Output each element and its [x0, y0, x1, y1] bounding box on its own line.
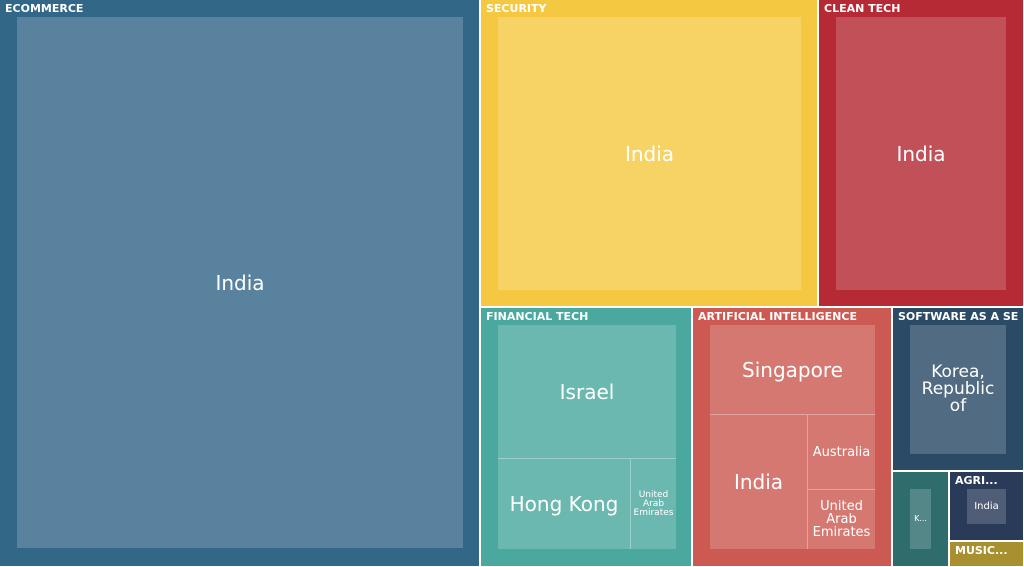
treemap-leaf-label: United Arab Emirates — [633, 489, 674, 518]
treemap-group-agri[interactable]: AGRI... India — [950, 472, 1023, 540]
treemap-leaf[interactable]: United Arab Emirates — [631, 459, 676, 549]
leaf-separator — [630, 459, 631, 549]
treemap-leaf-label: United Arab Emirates — [812, 499, 871, 540]
treemap-leaf-label: India — [624, 141, 675, 166]
treemap-leaf-label: Israel — [559, 379, 615, 404]
treemap-leaf-label: India — [974, 500, 999, 512]
leaf-separator — [808, 489, 875, 490]
treemap-leaf-label: Hong Kong — [509, 492, 619, 516]
treemap-leaf[interactable]: India — [498, 17, 801, 290]
treemap-leaf-label: India — [215, 270, 265, 295]
treemap-group-saas[interactable]: SOFTWARE AS A SE... Korea, Republic of — [893, 308, 1023, 470]
treemap-leaf-label: India — [896, 141, 946, 166]
treemap-leaf[interactable]: India — [710, 415, 807, 549]
treemap-leaf[interactable]: India — [836, 17, 1006, 290]
leaf-separator — [498, 458, 676, 459]
treemap-group-cleantech[interactable]: CLEAN TECH India — [819, 0, 1023, 306]
treemap-leaf-label: India — [733, 470, 784, 494]
treemap-group-fintech[interactable]: FINANCIAL TECH Israel Hong Kong United Arab… — [481, 308, 691, 566]
treemap-leaf[interactable]: K... — [910, 489, 931, 549]
treemap-group-music[interactable]: MUSIC... — [950, 542, 1023, 566]
treemap-leaf-label: Australia — [812, 444, 871, 460]
treemap-group-title: AGRI... — [955, 474, 998, 487]
treemap-group-ecommerce[interactable]: ECOMMERCE India — [0, 0, 479, 566]
leaf-separator — [807, 415, 808, 549]
treemap-leaf-label: K... — [914, 514, 927, 523]
treemap-leaf[interactable]: Singapore — [710, 325, 875, 414]
treemap-leaf-label: Korea, Republic of — [921, 362, 995, 416]
treemap-group-title: CLEAN TECH — [824, 2, 901, 15]
treemap-group-teal-small[interactable]: K... — [893, 472, 948, 566]
treemap-leaf[interactable]: United Arab Emirates — [808, 490, 875, 549]
treemap-group-title: SECURITY — [486, 2, 547, 15]
treemap-leaf[interactable]: Australia — [808, 415, 875, 489]
treemap-group-title: ECOMMERCE — [5, 2, 84, 15]
treemap-leaf[interactable]: Hong Kong — [498, 459, 630, 549]
treemap-group-title: FINANCIAL TECH — [486, 310, 589, 323]
treemap-group-ai[interactable]: ARTIFICIAL INTELLIGENCE Singapore India Aus… — [693, 308, 891, 566]
treemap-group-title: MUSIC... — [955, 544, 1008, 557]
treemap-group-security[interactable]: SECURITY India — [481, 0, 817, 306]
treemap-leaf-label: Singapore — [742, 357, 843, 382]
treemap-leaf[interactable]: Israel — [498, 325, 676, 458]
treemap-leaf[interactable]: India — [17, 17, 463, 548]
treemap-leaf[interactable]: Korea, Republic of — [910, 325, 1006, 454]
treemap-group-title: SOFTWARE AS A SE... — [898, 310, 1019, 323]
treemap-leaf[interactable]: India — [967, 489, 1006, 524]
treemap-group-title: ARTIFICIAL INTELLIGENCE — [698, 310, 857, 323]
leaf-separator — [710, 414, 875, 415]
treemap-chart: ECOMMERCE India SECURITY India CLEAN TECH Ind… — [0, 0, 1024, 567]
